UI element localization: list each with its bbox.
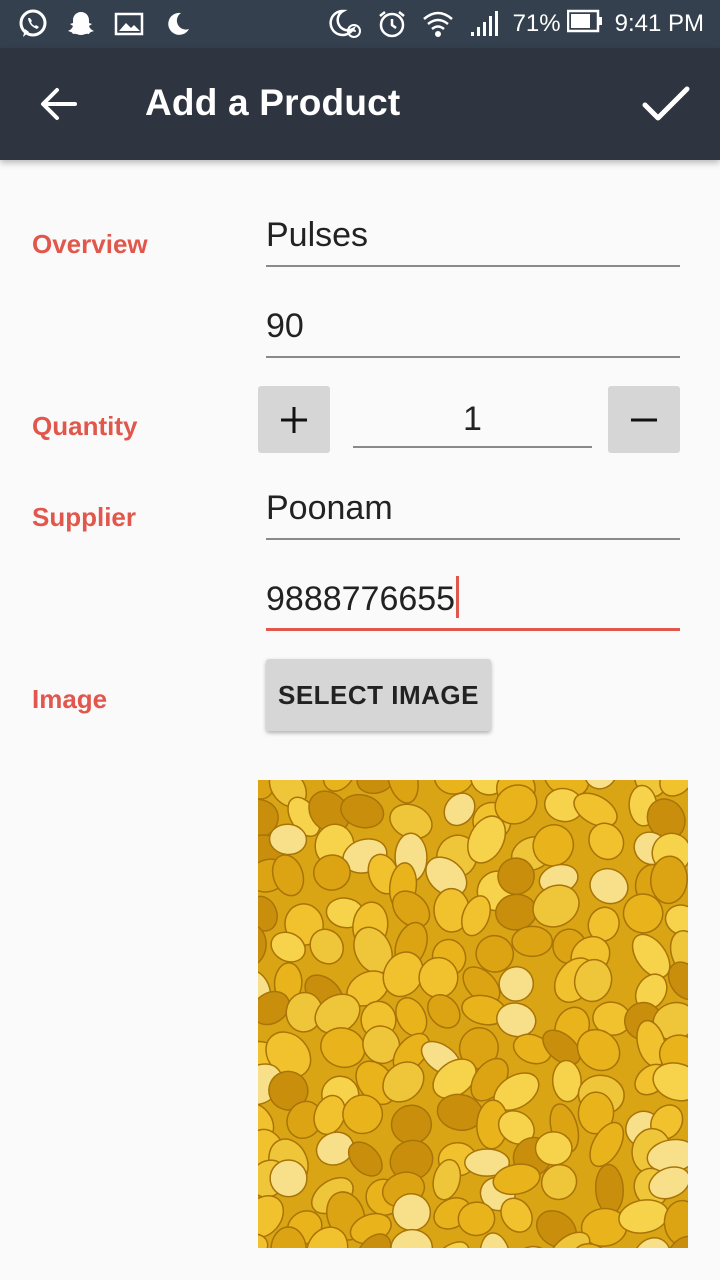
product-photo — [258, 780, 688, 1248]
plus-icon — [281, 406, 307, 433]
status-bar-system: 71% 9:41 PM — [328, 8, 704, 40]
price-input[interactable]: 90 — [266, 300, 680, 358]
app-bar: Add a Product — [0, 48, 720, 160]
signal-icon — [467, 8, 501, 40]
check-icon — [642, 86, 690, 121]
battery-icon — [566, 9, 603, 40]
battery-indicator: 71% — [513, 9, 603, 40]
supplier-phone-value: 9888776655 — [266, 580, 456, 618]
status-bar-notifications — [16, 8, 194, 40]
quantity-label: Quantity — [32, 411, 138, 441]
quantity-increase-button[interactable] — [258, 386, 330, 453]
select-image-button[interactable]: SELECT IMAGE — [266, 659, 491, 731]
status-bar: 71% 9:41 PM — [0, 0, 720, 48]
snapchat-icon — [64, 8, 98, 40]
supplier-phone-input[interactable]: 9888776655 — [266, 573, 680, 631]
overview-label: Overview — [32, 229, 148, 259]
quantity-input[interactable]: 1 — [353, 392, 592, 448]
save-button[interactable] — [638, 76, 694, 132]
product-image — [258, 780, 688, 1248]
page-title: Add a Product — [145, 82, 401, 123]
supplier-label: Supplier — [32, 502, 137, 532]
product-name-input[interactable]: Pulses — [266, 209, 680, 267]
image-label: Image — [32, 684, 108, 714]
text-cursor — [456, 576, 460, 618]
minus-icon — [631, 418, 657, 421]
wifi-icon — [421, 8, 455, 40]
alarm-icon — [375, 8, 409, 40]
whatsapp-icon — [16, 8, 50, 40]
clock: 9:41 PM — [614, 10, 704, 37]
supplier-name-input[interactable]: Poonam — [266, 482, 680, 540]
battery-percentage: 71% — [512, 10, 561, 37]
quantity-decrease-button[interactable] — [608, 386, 680, 453]
moon-icon — [160, 8, 194, 40]
gallery-icon — [112, 8, 146, 40]
arrow-back-icon — [41, 88, 77, 120]
back-button[interactable] — [32, 78, 84, 130]
do-not-disturb-icon — [328, 8, 363, 40]
